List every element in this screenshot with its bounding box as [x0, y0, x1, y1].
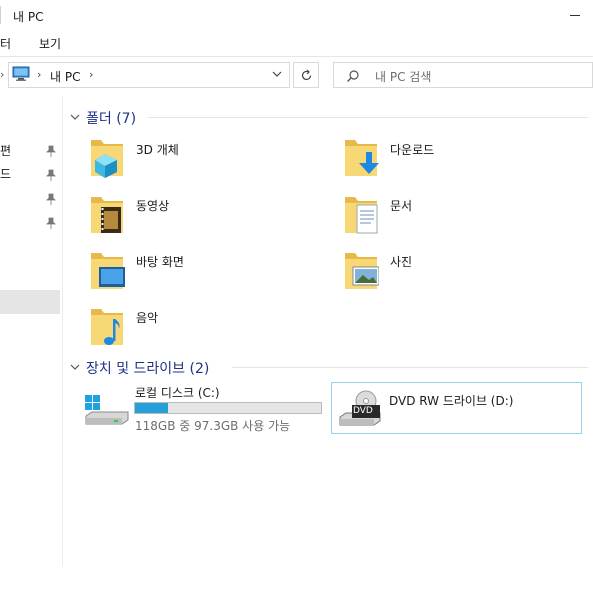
- this-pc-icon: [12, 66, 30, 81]
- folder-label[interactable]: 동영상: [136, 197, 169, 214]
- collapse-chevron-icon[interactable]: [70, 362, 80, 372]
- group-divider: [148, 117, 588, 118]
- breadcrumb-this-pc[interactable]: 내 PC: [50, 68, 80, 85]
- windows-drive-icon[interactable]: [84, 394, 130, 430]
- pin-icon[interactable]: [46, 217, 56, 229]
- chevron-down-icon[interactable]: [270, 67, 284, 81]
- nav-item-this-pc-selected[interactable]: [0, 290, 60, 314]
- nav-item-quick-access-1[interactable]: 편: [0, 142, 11, 159]
- group-header-drives[interactable]: 장치 및 드라이브 (2): [86, 358, 209, 378]
- pictures-folder-icon[interactable]: [343, 249, 379, 291]
- dvd-badge: DVD: [353, 406, 373, 416]
- music-folder-icon[interactable]: [89, 305, 125, 347]
- folder-label[interactable]: 사진: [390, 253, 412, 270]
- breadcrumb-chevron-icon[interactable]: ›: [37, 68, 41, 81]
- documents-folder-icon[interactable]: [343, 193, 379, 235]
- search-input[interactable]: [333, 62, 593, 88]
- search-placeholder: 내 PC 검색: [375, 70, 432, 84]
- drive-label-c[interactable]: 로컬 디스크 (C:): [135, 384, 220, 401]
- folder-label[interactable]: 3D 개체: [136, 141, 179, 158]
- ribbon-tab-partial[interactable]: 터: [0, 35, 11, 52]
- videos-folder-icon[interactable]: [89, 193, 125, 235]
- refresh-icon: [301, 69, 312, 81]
- pin-icon[interactable]: [46, 169, 56, 181]
- pin-icon[interactable]: [46, 193, 56, 205]
- pin-icon[interactable]: [46, 145, 56, 157]
- nav-pane-divider: [62, 96, 63, 566]
- nav-arrow-icon[interactable]: ›: [0, 68, 4, 81]
- nav-item-quick-access-2[interactable]: 드: [0, 165, 11, 182]
- folder-label[interactable]: 음악: [136, 309, 158, 326]
- drive-free-space: 118GB 중 97.3GB 사용 가능: [135, 419, 291, 433]
- refresh-button[interactable]: [293, 62, 319, 88]
- ribbon-tab-view[interactable]: 보기: [39, 35, 61, 52]
- drive-usage-bar: [134, 402, 322, 414]
- search-icon: [347, 70, 359, 82]
- drive-usage-fill: [135, 403, 168, 413]
- desktop-folder-icon[interactable]: [89, 249, 125, 291]
- 3d-objects-folder-icon[interactable]: [89, 136, 125, 178]
- window-title: 내 PC: [13, 10, 44, 24]
- group-divider: [232, 367, 588, 368]
- drive-label-d[interactable]: DVD RW 드라이브 (D:): [389, 392, 513, 409]
- title-separator: [0, 6, 1, 24]
- title-bar: 내 PC: [0, 0, 593, 30]
- minimize-button[interactable]: [566, 6, 586, 24]
- breadcrumb-chevron-icon[interactable]: ›: [89, 68, 93, 81]
- collapse-chevron-icon[interactable]: [70, 112, 80, 122]
- group-header-folders[interactable]: 폴더 (7): [86, 108, 136, 128]
- folder-label[interactable]: 문서: [390, 197, 412, 214]
- folder-label[interactable]: 다운로드: [390, 141, 434, 158]
- downloads-folder-icon[interactable]: [343, 136, 379, 178]
- folder-label[interactable]: 바탕 화면: [136, 253, 184, 270]
- ribbon-divider: [0, 56, 593, 57]
